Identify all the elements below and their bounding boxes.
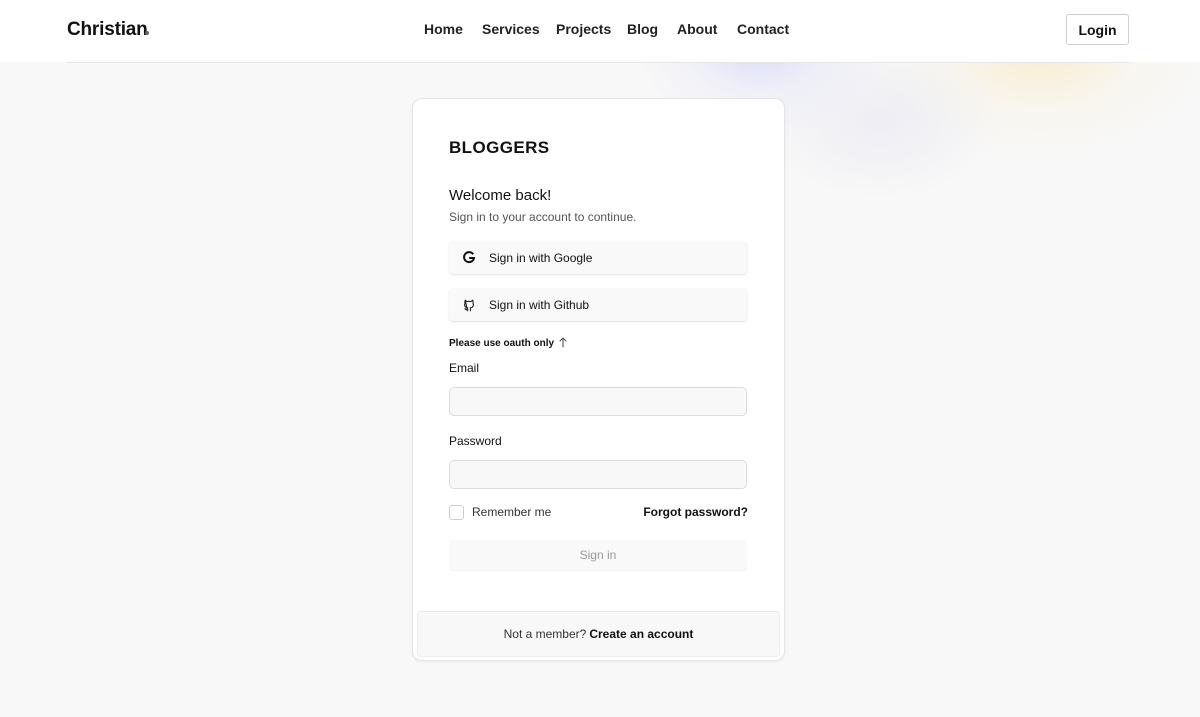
google-signin-label: Sign in with Google [489,250,593,265]
forgot-password-link[interactable]: Forgot password? [643,505,748,519]
nav-projects[interactable]: Projects [556,21,611,37]
header-divider [66,62,1129,63]
oauth-note: Please use oauth only [449,338,555,349]
signin-card: BLOGGERS Welcome back! Sign in to your a… [412,98,785,661]
nav-about[interactable]: About [677,21,717,37]
welcome-subtitle: Sign in to your account to continue. [449,210,637,224]
password-label: Password [449,434,502,448]
google-signin-button[interactable]: Sign in with Google [449,241,747,274]
welcome-heading: Welcome back! [449,187,552,204]
email-field[interactable] [449,387,747,416]
signin-button[interactable]: Sign in [449,540,747,570]
nav-home[interactable]: Home [424,21,463,37]
password-field[interactable] [449,460,747,489]
brand-title: BLOGGERS [449,138,550,157]
logo-dot [145,31,149,35]
github-signin-button[interactable]: Sign in with Github [449,288,747,321]
signup-footer: Not a member? Create an account [417,611,780,657]
github-signin-label: Sign in with Github [489,297,590,312]
nav-contact[interactable]: Contact [737,21,789,37]
login-button[interactable]: Login [1066,14,1129,45]
remember-me-label[interactable]: Remember me [472,505,551,519]
github-icon [462,298,476,312]
google-icon [462,250,476,265]
logo[interactable]: Christian [67,19,148,41]
signup-prompt: Not a member? [503,627,587,641]
remember-me-checkbox[interactable] [449,505,464,520]
arrow-up-icon [558,335,568,348]
decorative-glow-gray [760,40,1000,200]
create-account-link[interactable]: Create an account [589,627,693,641]
email-label: Email [449,361,480,375]
site-header: Christian Home Services Projects Blog Ab… [0,0,1200,62]
nav-blog[interactable]: Blog [627,21,658,37]
nav-services[interactable]: Services [482,21,540,37]
